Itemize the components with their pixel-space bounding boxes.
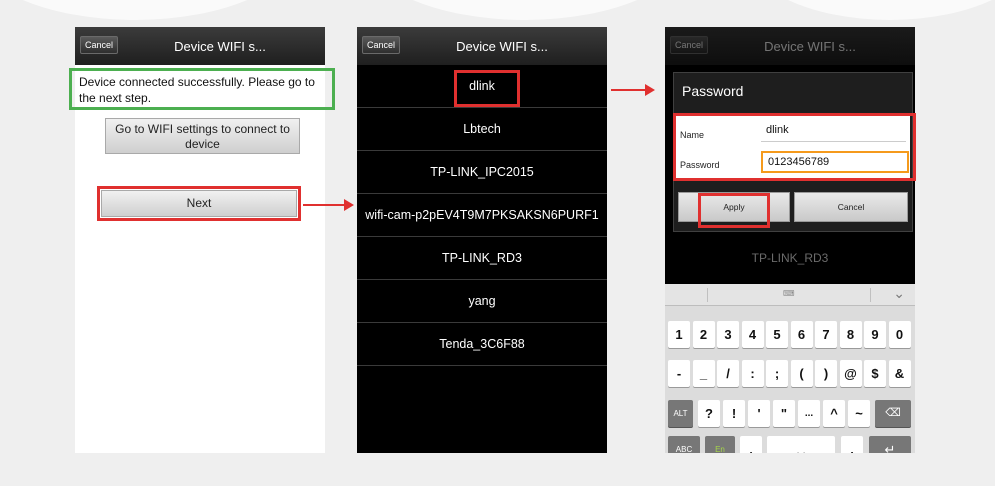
key-dollar[interactable]: $ (864, 360, 886, 387)
key-close-paren[interactable]: ) (815, 360, 837, 387)
key-8[interactable]: 8 (839, 321, 862, 348)
key-6[interactable]: 6 (790, 321, 813, 348)
key-tilde[interactable]: ~ (848, 400, 870, 427)
wifi-item-wifi-cam[interactable]: wifi-cam-p2pEV4T9M7PKSAKSN6PURF1 (357, 194, 607, 237)
key-4[interactable]: 4 (741, 321, 764, 348)
highlight-success-message (69, 68, 335, 110)
key-open-paren[interactable]: ( (790, 360, 813, 387)
key-1[interactable]: 1 (668, 321, 690, 348)
background-decoration (0, 0, 300, 20)
dimmed-wifi-item: TP-LINK_RD3 (751, 251, 829, 265)
key-space[interactable]: ␣ (767, 436, 835, 453)
key-0[interactable]: 0 (888, 321, 911, 348)
keyboard-icon[interactable]: ⌨ (783, 289, 795, 298)
wifi-item-tenda[interactable]: Tenda_3C6F88 (357, 323, 607, 366)
arrow-connector (303, 204, 345, 206)
highlight-next-button (97, 186, 301, 221)
wifi-item-lbtech[interactable]: Lbtech (357, 108, 607, 151)
dialog-title: Password (682, 83, 744, 99)
cancel-button: Cancel (670, 36, 709, 54)
cancel-button[interactable]: Cancel (80, 36, 119, 54)
key-ampersand[interactable]: & (888, 360, 911, 387)
key-7[interactable]: 7 (815, 321, 837, 348)
highlight-credentials-form (673, 113, 916, 181)
page-title: Device WIFI s... (764, 39, 856, 54)
toolbar-divider (870, 288, 871, 302)
toolbar-divider (707, 288, 708, 302)
key-hyphen[interactable]: - (668, 360, 690, 387)
on-screen-keyboard: ⌨ ⌄ 1 2 3 4 5 6 7 8 9 0 - _ / : ; ( ) @ … (665, 284, 915, 453)
background-decoration (740, 0, 995, 20)
key-period[interactable]: . (841, 436, 863, 453)
key-underscore[interactable]: _ (692, 360, 715, 387)
key-9[interactable]: 9 (864, 321, 886, 348)
dialog-cancel-button[interactable]: Cancel (794, 192, 908, 222)
key-5[interactable]: 5 (766, 321, 788, 348)
background-decoration (360, 0, 690, 20)
cancel-button[interactable]: Cancel (362, 36, 401, 54)
key-at[interactable]: @ (839, 360, 862, 387)
key-quote[interactable]: " (773, 400, 795, 427)
title-bar: Cancel Device WIFI s... (75, 27, 325, 65)
key-question[interactable]: ? (698, 400, 720, 427)
wifi-item-yang[interactable]: yang (357, 280, 607, 323)
wifi-network-list: dlink Lbtech TP-LINK_IPC2015 wifi-cam-p2… (357, 65, 607, 366)
wifi-item-tp-link-ipc2015[interactable]: TP-LINK_IPC2015 (357, 151, 607, 194)
chevron-down-icon[interactable]: ⌄ (893, 285, 905, 302)
highlight-dlink-network (454, 70, 520, 107)
wifi-settings-button[interactable]: Go to WIFI settings to connect to device (105, 118, 300, 154)
arrow-connector (611, 89, 646, 91)
keyboard-toolbar: ⌨ ⌄ (665, 284, 915, 306)
key-language[interactable]: En (705, 436, 735, 453)
key-ellipsis[interactable]: ... (798, 400, 820, 427)
key-caret[interactable]: ^ (823, 400, 845, 427)
page-title: Device WIFI s... (456, 39, 548, 54)
key-2[interactable]: 2 (692, 321, 715, 348)
arrow-head (344, 199, 354, 211)
page-title: Device WIFI s... (174, 39, 266, 54)
wifi-item-tp-link-rd3[interactable]: TP-LINK_RD3 (357, 237, 607, 280)
key-semicolon[interactable]: ; (766, 360, 788, 387)
key-slash[interactable]: / (717, 360, 739, 387)
key-3[interactable]: 3 (717, 321, 739, 348)
key-abc[interactable]: ABC (668, 436, 700, 453)
key-colon[interactable]: : (741, 360, 764, 387)
key-exclamation[interactable]: ! (723, 400, 745, 427)
key-comma[interactable]: , (740, 436, 762, 453)
enter-icon[interactable]: ↵ (869, 436, 911, 453)
key-apostrophe[interactable]: ' (748, 400, 770, 427)
phone-screen-password: Cancel Device WIFI s... TP-LINK_RD3 Pass… (665, 27, 915, 453)
title-bar: Cancel Device WIFI s... (357, 27, 607, 65)
highlight-apply-button (698, 193, 770, 228)
arrow-head (645, 84, 655, 96)
title-bar: Cancel Device WIFI s... (665, 27, 915, 65)
backspace-icon[interactable]: ⌫ (875, 400, 911, 427)
key-alt[interactable]: ALT (668, 400, 693, 427)
